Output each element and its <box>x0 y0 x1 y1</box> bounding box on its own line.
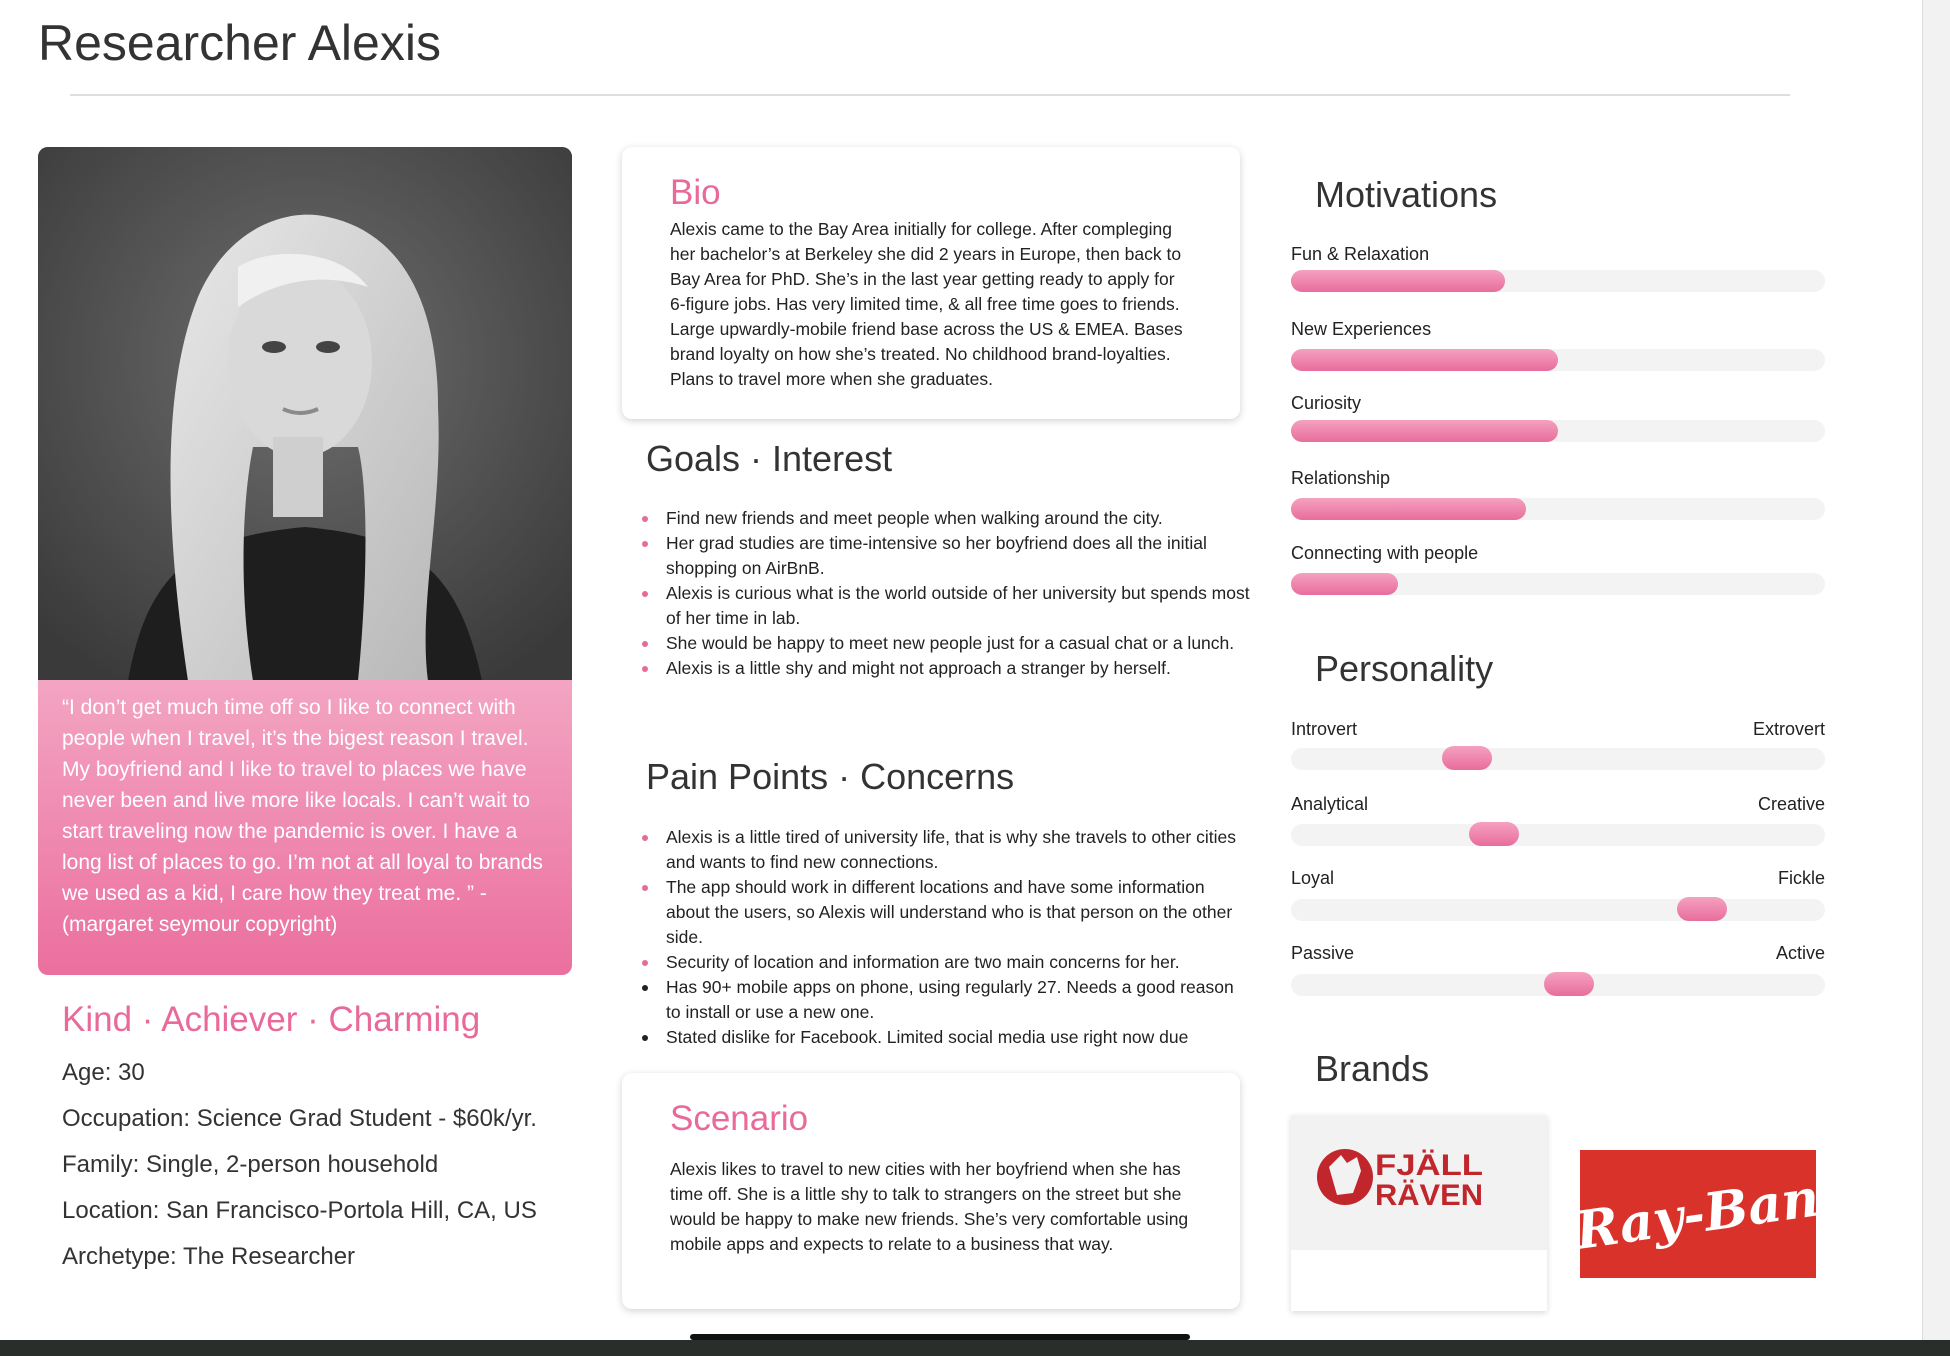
list-item: The app should work in different locatio… <box>640 875 1250 950</box>
svg-text:FJÄLL: FJÄLL <box>1375 1149 1483 1182</box>
bullet-icon <box>642 591 648 597</box>
motivation-bar-fill <box>1291 573 1398 595</box>
fact-age: Age: 30 <box>62 1059 145 1086</box>
persona-facts: Age: 30 Occupation: Science Grad Student… <box>62 1058 537 1288</box>
page-title: Researcher Alexis <box>38 15 441 71</box>
rayban-logo-icon: Ray-Ban <box>1570 1167 1823 1262</box>
list-item: Alexis is a little tired of university l… <box>640 825 1250 875</box>
bullet-icon <box>642 960 648 966</box>
motivation-bar-fill <box>1291 498 1526 520</box>
fjallraven-logo-icon: FJÄLL RÄVEN <box>1317 1149 1483 1212</box>
bullet-icon <box>642 541 648 547</box>
home-indicator <box>690 1334 1190 1340</box>
bullet-icon <box>642 985 648 991</box>
svg-text:RÄVEN: RÄVEN <box>1375 1179 1483 1212</box>
scenario-text: Alexis likes to travel to new cities wit… <box>670 1159 1189 1254</box>
fact-family: Family: Single, 2-person household <box>62 1151 439 1178</box>
motivation-label: Fun & Relaxation <box>1291 244 1430 264</box>
scenario-card: Scenario Alexis likes to travel to new c… <box>622 1073 1240 1309</box>
brand-fjallraven: FJÄLL RÄVEN <box>1291 1115 1547 1311</box>
motivation-bar <box>1291 270 1825 292</box>
motivation-bar <box>1291 498 1825 520</box>
personality-slider <box>1291 746 1825 770</box>
motivation-bar-fill <box>1291 270 1505 292</box>
bio-title: Bio <box>670 173 721 212</box>
persona-quote: “I don’t get much time off so I like to … <box>38 680 572 975</box>
personality-left-label: Passive <box>1291 943 1355 963</box>
bullet-icon <box>642 516 648 522</box>
goals-list: Find new friends and meet people when wa… <box>640 506 1250 681</box>
title-divider <box>70 94 1790 96</box>
fact-archetype: Archetype: The Researcher <box>62 1243 356 1270</box>
personality-right-label: Creative <box>1757 794 1825 814</box>
list-item: She would be happy to meet new people ju… <box>640 631 1250 656</box>
motivation-label: Relationship <box>1291 468 1391 488</box>
brands-title: Brands <box>1315 1048 1430 1089</box>
pain-list: Alexis is a little tired of university l… <box>640 825 1250 1050</box>
motivation-label: Curiosity <box>1291 393 1362 413</box>
bullet-icon <box>642 641 648 647</box>
motivation-bar <box>1291 420 1825 442</box>
list-item: Alexis is a little shy and might not app… <box>640 656 1250 681</box>
brand-rayban: Ray-Ban <box>1570 1150 1823 1278</box>
personality-left-label: Loyal <box>1291 868 1335 888</box>
personality-right-label: Fickle <box>1777 868 1825 888</box>
list-item: Security of location and information are… <box>640 950 1250 975</box>
motivation-bar <box>1291 573 1825 595</box>
goals-title: Goals · Interest <box>646 438 893 479</box>
personality-slider <box>1291 897 1825 921</box>
motivation-bar-fill <box>1291 349 1558 371</box>
list-item: Find new friends and meet people when wa… <box>640 506 1250 531</box>
list-item: Alexis is curious what is the world outs… <box>640 581 1250 631</box>
fact-occupation: Occupation: Science Grad Student - $60k/… <box>62 1105 537 1132</box>
bio-card: Bio Alexis came to the Bay Area initiall… <box>622 147 1240 419</box>
pain-title: Pain Points · Concerns <box>646 756 1015 797</box>
bio-text: Alexis came to the Bay Area initially fo… <box>670 219 1183 389</box>
persona-page: Researcher Alexis “I don’t get much time… <box>0 0 1922 1340</box>
motivation-label: Connecting with people <box>1291 543 1479 563</box>
scenario-title: Scenario <box>670 1099 809 1138</box>
personality-slider <box>1291 822 1825 846</box>
bullet-icon <box>642 1035 648 1041</box>
personality-slider <box>1291 972 1825 996</box>
personality-slider-knob <box>1677 897 1727 921</box>
persona-traits: Kind · Achiever · Charming <box>62 1000 481 1039</box>
bullet-icon <box>642 666 648 672</box>
list-item: Has 90+ mobile apps on phone, using regu… <box>640 975 1250 1025</box>
personality-left-label: Analytical <box>1291 794 1369 814</box>
motivation-label: New Experiences <box>1291 319 1432 339</box>
list-item: Stated dislike for Facebook. Limited soc… <box>640 1025 1250 1050</box>
window-edge <box>1922 0 1950 1340</box>
bullet-icon <box>642 835 648 841</box>
motivation-bar <box>1291 349 1825 371</box>
svg-text:Ray-Ban: Ray-Ban <box>1580 1167 1816 1262</box>
bullet-icon <box>642 885 648 891</box>
personality-slider-knob <box>1544 972 1594 996</box>
personality-right-label: Active <box>1775 943 1825 963</box>
desktop-strip <box>0 1340 1950 1356</box>
personality-slider-knob <box>1469 822 1519 846</box>
personality-slider-knob <box>1442 746 1492 770</box>
persona-photo <box>38 147 572 681</box>
fact-location: Location: San Francisco-Portola Hill, CA… <box>62 1197 537 1224</box>
personality-right-label: Extrovert <box>1752 719 1825 739</box>
motivations-title: Motivations <box>1315 174 1498 215</box>
personality-title: Personality <box>1315 648 1494 689</box>
motivation-bar-fill <box>1291 420 1558 442</box>
list-item: Her grad studies are time-intensive so h… <box>640 531 1250 581</box>
personality-left-label: Introvert <box>1291 719 1358 739</box>
